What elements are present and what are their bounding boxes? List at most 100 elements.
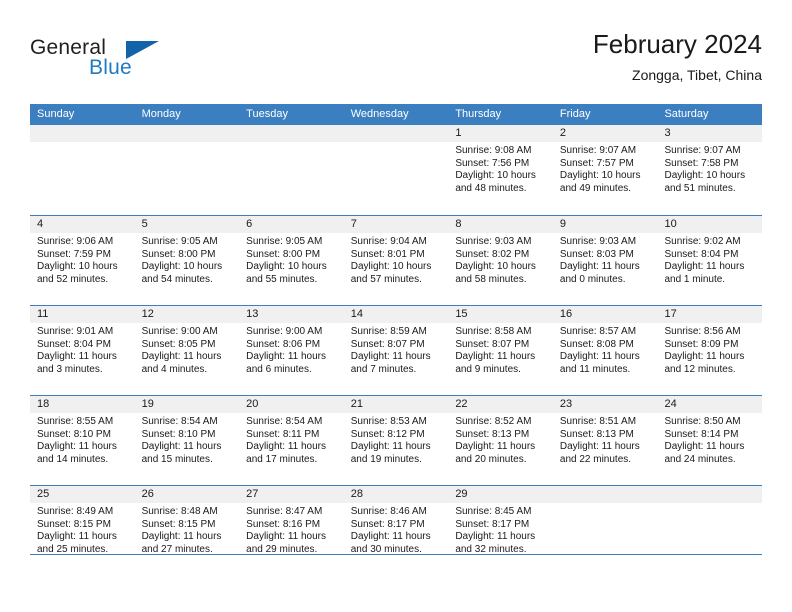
sunrise-text: Sunrise: 9:05 AM (141, 236, 218, 247)
day-sun-info: Sunrise: 9:01 AM Sunset: 8:04 PM Daylight:… (30, 323, 135, 376)
daylight-text-line1: Daylight: 11 hours (559, 441, 640, 453)
day-number: 29 (455, 488, 468, 500)
day-sun-info: Sunrise: 9:05 AM Sunset: 8:00 PM Daylight:… (239, 233, 344, 286)
sunrise-text: Sunrise: 8:51 AM (559, 416, 637, 427)
day-number-band (30, 125, 135, 142)
day-cell[interactable]: 21 Sunrise: 8:53 AM Sunset: 8:12 PM Dayligh… (343, 396, 449, 485)
sunrise-text: Sunrise: 8:59 AM (350, 326, 427, 337)
sunrise-text: Sunrise: 9:08 AM (455, 145, 532, 156)
calendar-week-row: 1 Sunrise: 9:08 AM Sunset: 7:56 PM Daylight… (30, 125, 763, 215)
day-cell[interactable]: 9 Sunrise: 9:03 AM Sunset: 8:03 PM Daylight… (552, 216, 658, 305)
sunset-text: Sunset: 8:04 PM (37, 338, 111, 350)
sunset-text: Sunset: 8:14 PM (664, 428, 739, 440)
daylight-text-line1: Daylight: 11 hours (664, 351, 745, 363)
sunset-text: Sunset: 8:17 PM (455, 518, 530, 530)
day-cell[interactable]: 6 Sunrise: 9:05 AM Sunset: 8:00 PM Daylight… (239, 216, 344, 305)
day-cell[interactable]: 22 Sunrise: 8:52 AM Sunset: 8:13 PM Dayligh… (448, 396, 553, 485)
day-cell[interactable]: 25 Sunrise: 8:49 AM Sunset: 8:15 PM Dayligh… (30, 486, 135, 575)
day-cell[interactable]: 11 Sunrise: 9:01 AM Sunset: 8:04 PM Dayligh… (30, 306, 135, 395)
day-sun-info: Sunrise: 9:02 AM Sunset: 8:04 PM Daylight:… (657, 233, 762, 286)
daylight-text-line1: Daylight: 11 hours (246, 351, 327, 363)
day-sun-info: Sunrise: 9:03 AM Sunset: 8:02 PM Daylight:… (448, 233, 553, 286)
day-cell[interactable]: 27 Sunrise: 8:47 AM Sunset: 8:16 PM Dayligh… (239, 486, 344, 575)
sunset-text: Sunset: 8:06 PM (246, 338, 321, 350)
day-sun-info: Sunrise: 9:06 AM Sunset: 7:59 PM Daylight:… (30, 233, 135, 286)
sunrise-text: Sunrise: 9:02 AM (664, 236, 741, 247)
day-number-band (552, 486, 658, 503)
day-cell[interactable]: 13 Sunrise: 9:00 AM Sunset: 8:06 PM Dayligh… (239, 306, 344, 395)
calendar-week-row: 25 Sunrise: 8:49 AM Sunset: 8:15 PM Dayligh… (30, 485, 763, 575)
day-cell[interactable]: 28 Sunrise: 8:46 AM Sunset: 8:17 PM Dayligh… (343, 486, 449, 575)
daylight-text-line2: and 20 minutes. (455, 453, 527, 465)
daylight-text-line2: and 17 minutes. (246, 453, 318, 465)
daylight-text-line1: Daylight: 11 hours (37, 531, 117, 543)
day-cell[interactable]: 3 Sunrise: 9:07 AM Sunset: 7:58 PM Daylight… (657, 125, 763, 215)
day-cell[interactable]: 26 Sunrise: 8:48 AM Sunset: 8:15 PM Dayligh… (134, 486, 240, 575)
day-cell[interactable]: 8 Sunrise: 9:03 AM Sunset: 8:02 PM Daylight… (448, 216, 553, 305)
daylight-text-line2: and 55 minutes. (246, 273, 318, 285)
sunset-text: Sunset: 8:10 PM (37, 428, 111, 440)
day-number: 3 (664, 127, 671, 139)
day-number-band: 27 (239, 486, 344, 503)
sunset-text: Sunset: 8:05 PM (141, 338, 216, 350)
day-number: 14 (350, 308, 363, 320)
day-cell[interactable]: 2 Sunrise: 9:07 AM Sunset: 7:57 PM Daylight… (552, 125, 658, 215)
day-number: 7 (350, 218, 357, 230)
day-cell[interactable]: 15 Sunrise: 8:58 AM Sunset: 8:07 PM Dayligh… (448, 306, 553, 395)
day-number: 24 (664, 398, 677, 410)
daylight-text-line2: and 22 minutes. (559, 453, 632, 465)
daylight-text-line2: and 11 minutes. (559, 363, 631, 375)
weekday-header-friday: Friday (559, 108, 591, 120)
day-cell[interactable]: 10 Sunrise: 9:02 AM Sunset: 8:04 PM Dayligh… (657, 216, 763, 305)
daylight-text-line2: and 52 minutes. (37, 273, 109, 285)
sunset-text: Sunset: 8:09 PM (664, 338, 739, 350)
day-cell[interactable]: 20 Sunrise: 8:54 AM Sunset: 8:11 PM Dayligh… (239, 396, 344, 485)
day-number-band: 2 (552, 125, 658, 142)
daylight-text-line1: Daylight: 10 hours (246, 261, 327, 273)
general-blue-logo[interactable]: General Blue (30, 36, 230, 88)
sunset-text: Sunset: 7:58 PM (664, 157, 739, 169)
day-cell[interactable]: 23 Sunrise: 8:51 AM Sunset: 8:13 PM Dayligh… (552, 396, 658, 485)
day-number: 11 (37, 308, 49, 320)
day-number: 22 (455, 398, 468, 410)
day-sun-info: Sunrise: 9:00 AM Sunset: 8:05 PM Daylight:… (135, 323, 240, 376)
sunrise-text: Sunrise: 8:49 AM (37, 506, 114, 517)
weekday-header-row: Sunday Monday Tuesday Wednesday Thursday Frid… (30, 104, 762, 125)
day-cell[interactable]: 17 Sunrise: 8:56 AM Sunset: 8:09 PM Dayligh… (657, 306, 763, 395)
day-cell[interactable]: 12 Sunrise: 9:00 AM Sunset: 8:05 PM Dayligh… (134, 306, 240, 395)
day-cell[interactable]: 24 Sunrise: 8:50 AM Sunset: 8:14 PM Dayligh… (657, 396, 763, 485)
sunset-text: Sunset: 8:00 PM (141, 248, 216, 260)
daylight-text-line1: Daylight: 11 hours (350, 351, 431, 363)
daylight-text-line1: Daylight: 11 hours (246, 531, 327, 543)
daylight-text-line2: and 9 minutes. (455, 363, 521, 375)
day-number-band: 7 (343, 216, 449, 233)
day-cell[interactable]: 14 Sunrise: 8:59 AM Sunset: 8:07 PM Dayligh… (343, 306, 449, 395)
daylight-text-line1: Daylight: 11 hours (246, 441, 327, 453)
day-number-band: 21 (343, 396, 449, 413)
day-cell[interactable]: 19 Sunrise: 8:54 AM Sunset: 8:10 PM Dayligh… (134, 396, 240, 485)
day-cell[interactable]: 7 Sunrise: 9:04 AM Sunset: 8:01 PM Daylight… (343, 216, 449, 305)
day-cell[interactable]: 29 Sunrise: 8:45 AM Sunset: 8:17 PM Dayligh… (448, 486, 553, 575)
day-cell[interactable]: 1 Sunrise: 9:08 AM Sunset: 7:56 PM Daylight… (448, 125, 553, 215)
day-number-band: 16 (552, 306, 658, 323)
sunset-text: Sunset: 8:10 PM (141, 428, 216, 440)
day-number: 17 (664, 308, 677, 320)
day-number-band (343, 125, 449, 142)
day-cell[interactable]: 4 Sunrise: 9:06 AM Sunset: 7:59 PM Daylight… (30, 216, 135, 305)
day-cell[interactable]: 5 Sunrise: 9:05 AM Sunset: 8:00 PM Daylight… (134, 216, 240, 305)
day-sun-info: Sunrise: 9:03 AM Sunset: 8:03 PM Daylight:… (553, 233, 658, 286)
title-block: February 2024 Zongga, Tibet, China (593, 28, 762, 85)
sunset-text: Sunset: 8:02 PM (455, 248, 530, 260)
daylight-text-line1: Daylight: 11 hours (455, 531, 536, 543)
weekday-header-sunday: Sunday (37, 108, 75, 120)
daylight-text-line2: and 1 minute. (664, 273, 726, 285)
day-cell[interactable]: 16 Sunrise: 8:57 AM Sunset: 8:08 PM Dayligh… (552, 306, 658, 395)
day-number: 27 (246, 488, 259, 500)
sunset-text: Sunset: 8:01 PM (350, 248, 425, 260)
sunrise-text: Sunrise: 8:50 AM (664, 416, 741, 427)
weekday-header-monday: Monday (141, 108, 181, 120)
day-sun-info: Sunrise: 8:51 AM Sunset: 8:13 PM Daylight:… (553, 413, 658, 466)
day-cell[interactable]: 18 Sunrise: 8:55 AM Sunset: 8:10 PM Dayligh… (30, 396, 135, 485)
day-number-band: 6 (239, 216, 344, 233)
day-number-band: 1 (448, 125, 553, 142)
